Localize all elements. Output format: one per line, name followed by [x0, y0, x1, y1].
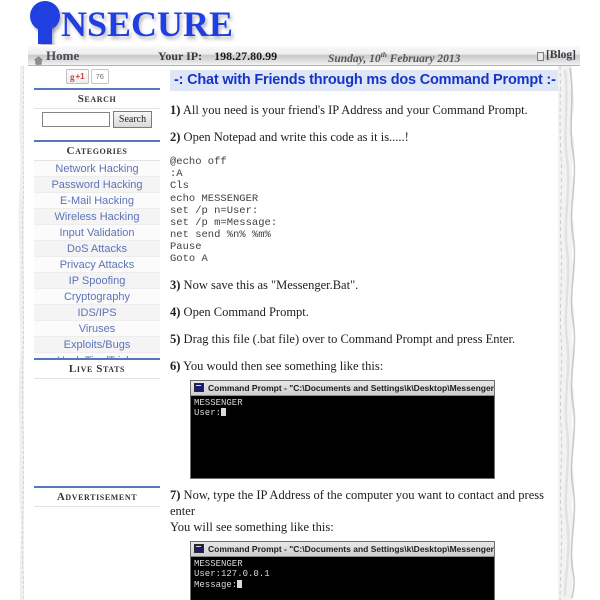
sidebar-item-wireless-hacking[interactable]: Wireless Hacking — [34, 209, 160, 225]
site-logo[interactable]: NSECURE — [30, 1, 234, 44]
sidebar-item-viruses[interactable]: Viruses — [34, 321, 160, 337]
console-1-body: MESSENGER User: — [191, 395, 494, 478]
sidebar-item-ip-spoofing[interactable]: IP Spoofing — [34, 273, 160, 289]
sidebar-item-exploits-bugs[interactable]: Exploits/Bugs — [34, 337, 160, 353]
step-4: 4) Open Command Prompt. — [170, 304, 558, 320]
step-5-number: 5) — [170, 331, 181, 346]
main-content: -: Chat with Friends through ms dos Comm… — [166, 66, 560, 600]
nav-home-label: Home — [46, 48, 80, 63]
live-stats-body — [34, 379, 160, 497]
step-7: 7) Now, type the IP Address of the compu… — [170, 487, 558, 535]
sidebar-item-email-hacking[interactable]: E-Mail Hacking — [34, 193, 160, 209]
step-3-text: Now save this as "Messenger.Bat". — [180, 277, 359, 292]
batch-code-block: @echo off :A Cls echo MESSENGER set /p n… — [170, 156, 278, 266]
search-row: Search — [34, 109, 160, 133]
search-input[interactable] — [41, 112, 110, 127]
plusone-count: 76 — [90, 69, 109, 84]
console-2-line-1: MESSENGER — [194, 558, 243, 569]
live-stats-heading: Live Stats — [34, 358, 160, 379]
google-plusone-widget[interactable]: g +1 76 — [66, 69, 109, 84]
step-1-text: All you need is your friend's IP Address… — [180, 103, 528, 117]
page-root: NSECURE Home Your IP: 198.27.80.99 Sunday… — [0, 0, 600, 600]
sidebar-item-privacy-attacks[interactable]: Privacy Attacks — [34, 257, 160, 273]
sidebar-item-cryptography[interactable]: Cryptography — [34, 289, 160, 305]
console-window-icon — [194, 383, 204, 393]
plusone-button[interactable]: g +1 — [66, 69, 89, 84]
console-2-line-2: User:127.0.0.1 — [194, 569, 270, 580]
command-prompt-window-2: Command Prompt - "C:\Documents and Setti… — [190, 540, 495, 600]
console-1-line-2: User: — [194, 408, 222, 419]
your-ip-value: 198.27.80.99 — [214, 49, 278, 63]
site-logo-text: NSECURE — [61, 4, 234, 44]
advertisement-body — [34, 507, 160, 537]
step-7-text-line2: You will see something like this: — [170, 519, 334, 534]
step-6-number: 6) — [170, 358, 181, 373]
step-6: 6) You would then see something like thi… — [170, 358, 558, 374]
your-ip-display: Your IP: 198.27.80.99 — [158, 49, 277, 64]
torn-paper-edge-left — [0, 66, 26, 600]
step-5: 5) Drag this file (.bat file) over to Co… — [170, 331, 558, 347]
step-3: 3) Now save this as "Messenger.Bat". — [170, 277, 558, 293]
home-icon — [33, 53, 44, 65]
command-prompt-window-1: Command Prompt - "C:\Documents and Setti… — [190, 379, 495, 479]
sidebar-item-input-validation[interactable]: Input Validation — [34, 225, 160, 241]
console-2-cursor — [237, 579, 243, 588]
document-icon — [536, 51, 544, 61]
step-4-number: 4) — [170, 304, 181, 319]
sidebar-item-ids-ips[interactable]: IDS/IPS — [34, 305, 160, 321]
console-2-title-text: Command Prompt - "C:\Documents and Setti… — [208, 543, 494, 554]
live-stats-section: Live Stats — [34, 358, 160, 497]
step-3-number: 3) — [170, 277, 181, 292]
console-2-body: MESSENGER User:127.0.0.1 Message: — [191, 556, 494, 600]
nav-item-blog[interactable]: [Blog] — [536, 49, 576, 61]
step-2: 2) Open Notepad and write this code as i… — [170, 129, 558, 145]
search-button[interactable]: Search — [112, 111, 153, 128]
date-suffix: February 2013 — [386, 52, 461, 65]
google-g-icon: g — [70, 71, 75, 82]
search-heading: Search — [34, 88, 160, 109]
console-2-line-3: Message: — [194, 579, 238, 590]
step-6-text: You would then see something like this: — [180, 358, 384, 373]
current-date: Sunday, 10th February 2013 — [328, 50, 460, 65]
step-2-number: 2) — [170, 130, 181, 144]
sidebar-item-dos-attacks[interactable]: DoS Attacks — [34, 241, 160, 257]
console-2-titlebar: Command Prompt - "C:\Documents and Setti… — [191, 541, 494, 557]
post-title: -: Chat with Friends through ms dos Comm… — [170, 70, 560, 91]
nav-blog-label: [Blog] — [545, 49, 576, 61]
advertisement-heading: Advertisement — [34, 486, 160, 507]
date-prefix: Sunday, 10 — [328, 52, 381, 65]
console-window-icon — [194, 544, 204, 554]
step-7-text: Now, type the IP Address of the computer… — [170, 487, 544, 518]
your-ip-label: Your IP: — [158, 49, 203, 63]
categories-heading: Categories — [34, 140, 160, 161]
step-1: 1) All you need is your friend's IP Addr… — [170, 102, 558, 118]
sidebar: g +1 76 Search Search Categories Network… — [24, 66, 160, 600]
console-1-line-1: MESSENGER — [194, 397, 243, 408]
console-1-titlebar: Command Prompt - "C:\Documents and Setti… — [191, 380, 494, 396]
plusone-label: +1 — [75, 72, 85, 81]
keyhole-logo-icon — [30, 1, 60, 44]
step-1-number: 1) — [170, 103, 181, 117]
console-1-cursor — [221, 408, 227, 417]
site-header: NSECURE — [0, 0, 600, 44]
sidebar-item-password-hacking[interactable]: Password Hacking — [34, 177, 160, 193]
console-1-title-text: Command Prompt - "C:\Documents and Setti… — [208, 382, 494, 393]
step-5-text: Drag this file (.bat file) over to Comma… — [180, 331, 516, 346]
nav-item-home[interactable]: Home — [33, 48, 80, 65]
search-section: Search Search — [34, 88, 160, 133]
top-navbar: Home Your IP: 198.27.80.99 Sunday, 10th F… — [28, 45, 580, 66]
step-2-text: Open Notepad and write this code as it i… — [180, 130, 409, 144]
sidebar-item-network-hacking[interactable]: Network Hacking — [34, 161, 160, 177]
advertisement-section: Advertisement — [34, 486, 160, 537]
step-7-number: 7) — [170, 487, 181, 502]
step-4-text: Open Command Prompt. — [180, 304, 309, 319]
torn-paper-edge-right — [556, 66, 600, 600]
